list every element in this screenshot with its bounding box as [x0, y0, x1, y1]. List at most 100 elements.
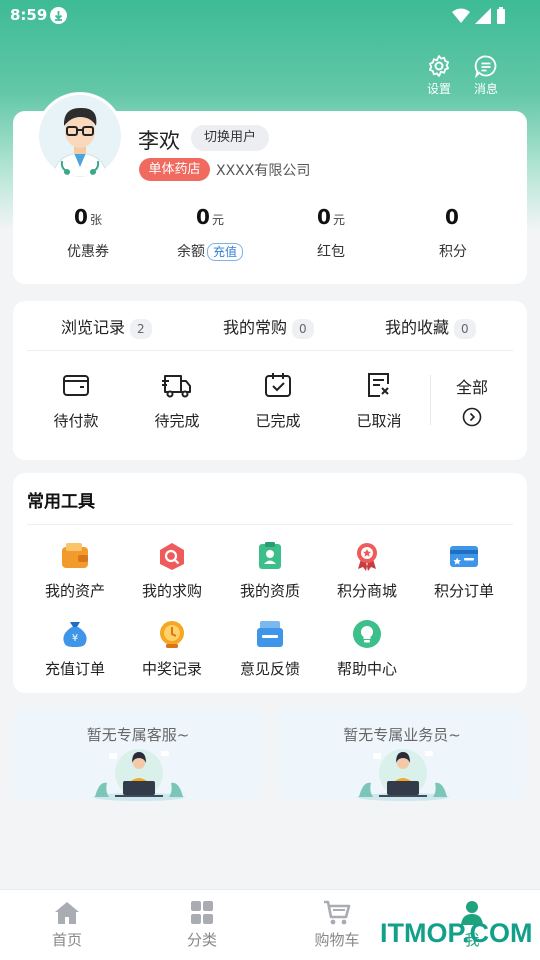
stat-unit: 元 — [211, 213, 224, 227]
tab-browse-history[interactable]: 浏览记录 2 — [61, 314, 152, 339]
stat-label: 优惠券 — [67, 244, 109, 260]
customer-service-card[interactable]: 暂无专属客服~ — [13, 707, 263, 801]
trophy-icon — [157, 619, 187, 649]
tool-points-mall[interactable]: 积分商城 — [319, 541, 415, 601]
feedback-icon — [255, 619, 285, 649]
certificate-icon — [255, 541, 285, 571]
divider — [27, 524, 513, 525]
tab-count: 0 — [454, 319, 476, 339]
order-pending-completion[interactable]: 待完成 — [129, 370, 225, 431]
stat-value: 0 — [196, 205, 210, 229]
tool-my-assets[interactable]: 我的资产 — [27, 541, 123, 601]
person-at-laptop-illustration — [93, 749, 185, 801]
tools-title: 常用工具 — [27, 492, 95, 512]
cart-icon — [324, 900, 351, 925]
category-icon — [191, 901, 213, 924]
settings-button[interactable]: 设置 — [419, 54, 459, 97]
tool-recharge-orders[interactable]: ¥ 充值订单 — [27, 619, 123, 679]
tool-label: 中奖记录 — [141, 660, 202, 678]
stat-label: 红包 — [317, 244, 345, 260]
watermark: ITMOP.COM — [380, 918, 533, 948]
stat-label: 余额 — [176, 244, 205, 260]
user-name: 李欢 — [138, 129, 180, 153]
tab-category[interactable]: 分类 — [162, 900, 242, 950]
tool-my-requests[interactable]: 我的求购 — [124, 541, 220, 601]
service-card-label: 暂无专属业务员~ — [343, 726, 461, 744]
status-icons — [451, 7, 506, 28]
chevron-right-icon — [462, 407, 482, 427]
messages-label: 消息 — [473, 82, 498, 96]
wallet-icon — [63, 375, 89, 396]
tool-feedback[interactable]: 意见反馈 — [222, 619, 318, 679]
settings-label: 设置 — [426, 82, 451, 96]
tab-label: 我的收藏 — [385, 318, 450, 337]
tool-label: 积分商城 — [336, 582, 397, 600]
tool-help-center[interactable]: 帮助中心 — [319, 619, 415, 679]
tool-label: 我的资产 — [44, 582, 105, 600]
wifi-icon — [451, 8, 470, 23]
tab-cart[interactable]: 购物车 — [297, 900, 377, 950]
tool-label: 我的求购 — [141, 582, 202, 600]
tool-label: 我的资质 — [239, 582, 300, 600]
tab-label: 浏览记录 — [61, 318, 126, 337]
sales-rep-card[interactable]: 暂无专属业务员~ — [277, 707, 527, 801]
stat-coupons[interactable]: 0张 优惠券 — [28, 205, 148, 261]
tool-label: 积分订单 — [433, 582, 494, 600]
person-at-laptop-illustration — [357, 749, 449, 801]
all-orders-label: 全部 — [455, 378, 488, 397]
svg-text:¥: ¥ — [72, 633, 78, 644]
stat-value: 0 — [317, 205, 331, 229]
stat-points[interactable]: 0 积分 — [393, 205, 513, 261]
tool-label: 充值订单 — [44, 660, 105, 678]
tab-count: 2 — [130, 319, 152, 339]
messages-button[interactable]: 消息 — [466, 54, 506, 97]
switch-user-button[interactable]: 切换用户 — [191, 125, 269, 151]
gear-icon — [429, 55, 449, 77]
money-bag-icon: ¥ — [60, 619, 90, 649]
tool-points-orders[interactable]: 积分订单 — [416, 541, 512, 601]
search-bag-icon — [157, 541, 187, 571]
recharge-button[interactable]: 充值 — [206, 243, 243, 261]
wallet-icon — [60, 541, 90, 571]
stat-value: 0 — [74, 205, 88, 229]
store-type-badge: 单体药店 — [139, 158, 210, 181]
order-cancelled[interactable]: 已取消 — [331, 370, 427, 431]
avatar[interactable] — [36, 92, 124, 180]
stat-unit: 元 — [332, 213, 345, 227]
order-status-label: 已完成 — [255, 412, 301, 430]
completed-box-icon — [265, 373, 291, 397]
status-bar: 8:59 — [0, 0, 540, 32]
stat-label: 积分 — [439, 244, 467, 260]
order-status-label: 待付款 — [53, 412, 99, 430]
order-pending-payment[interactable]: 待付款 — [28, 370, 124, 431]
stat-balance[interactable]: 0元 余额 充值 — [150, 205, 270, 261]
tool-label: 帮助中心 — [336, 660, 397, 678]
medal-icon — [352, 541, 382, 571]
stat-red-packet[interactable]: 0元 红包 — [271, 205, 391, 261]
message-icon — [474, 55, 497, 78]
divider — [27, 350, 513, 351]
tab-count: 0 — [292, 319, 314, 339]
tab-home[interactable]: 首页 — [27, 900, 107, 950]
signal-icon — [474, 8, 491, 24]
delivery-truck-icon — [162, 375, 191, 398]
tool-prize-records[interactable]: 中奖记录 — [124, 619, 220, 679]
battery-icon — [497, 7, 505, 24]
all-orders-button[interactable]: 全部 — [424, 374, 520, 427]
order-completed[interactable]: 已完成 — [230, 370, 326, 431]
tab-label: 首页 — [51, 931, 82, 949]
stat-unit: 张 — [89, 213, 102, 227]
tool-my-qualifications[interactable]: 我的资质 — [222, 541, 318, 601]
company-name: XXXX有限公司 — [216, 163, 311, 179]
download-icon — [50, 7, 67, 24]
status-time: 8:59 — [10, 6, 48, 24]
order-status-label: 已取消 — [356, 412, 402, 430]
service-card-label: 暂无专属客服~ — [86, 726, 190, 744]
bulb-icon — [352, 619, 382, 649]
tab-frequent-purchases[interactable]: 我的常购 0 — [223, 314, 314, 339]
tab-label: 购物车 — [314, 931, 360, 949]
order-status-label: 待完成 — [154, 412, 200, 430]
home-icon — [55, 902, 79, 924]
tab-favorites[interactable]: 我的收藏 0 — [385, 314, 476, 339]
tab-label: 我的常购 — [223, 318, 288, 337]
